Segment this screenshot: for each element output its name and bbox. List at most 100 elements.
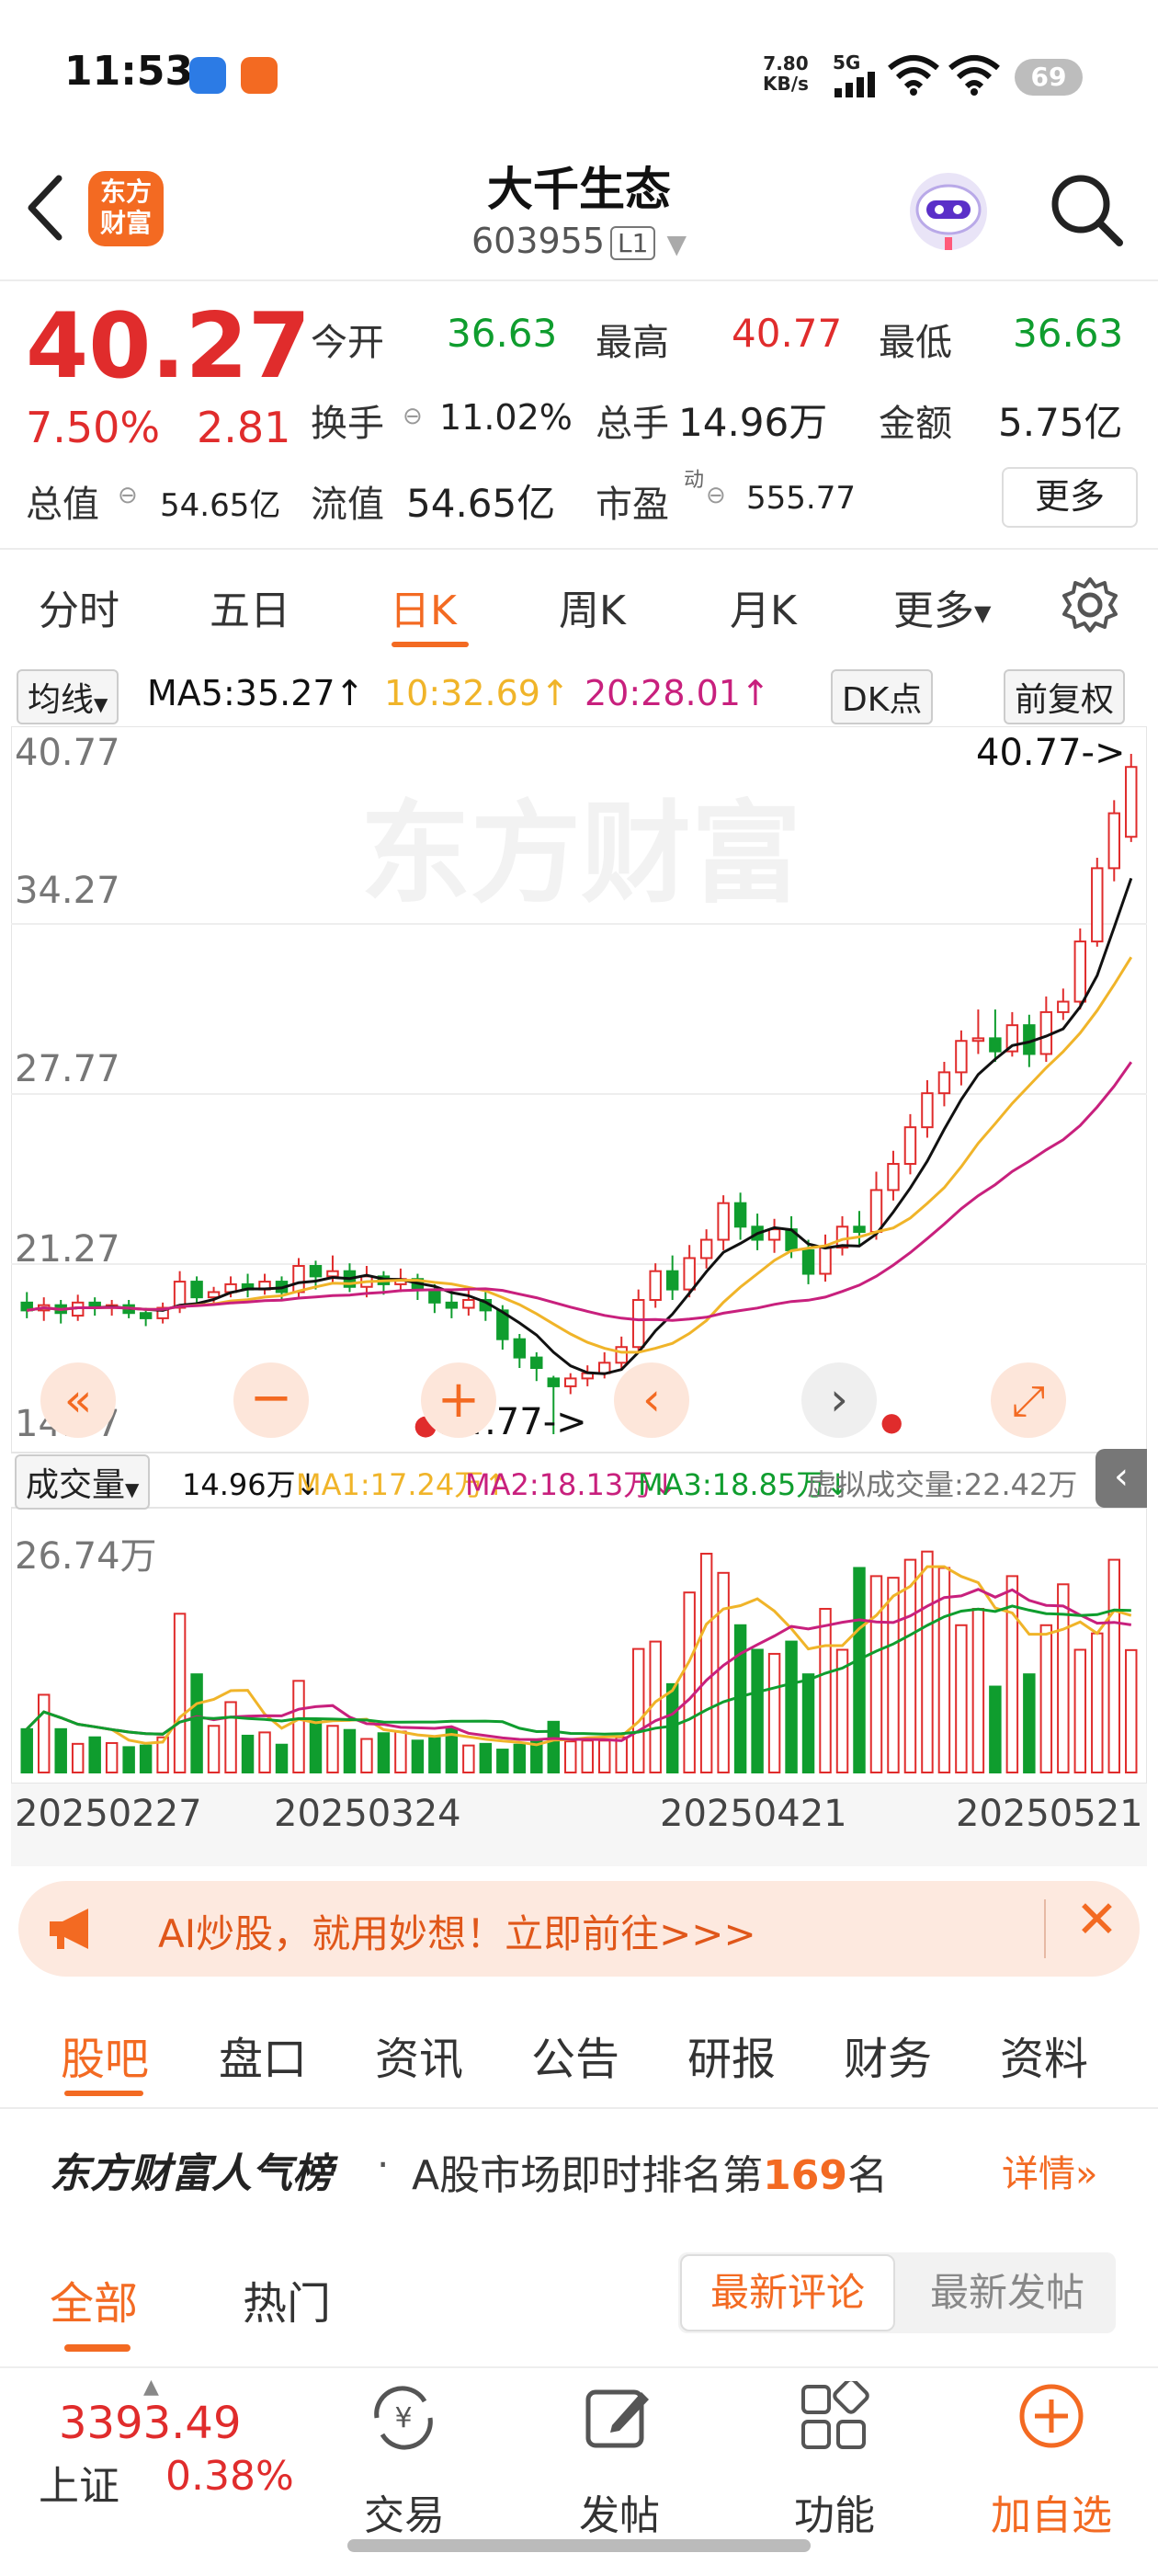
ranking-detail-link[interactable]: 详情» [1002, 2144, 1097, 2197]
candle-body [921, 1092, 934, 1129]
sort-latest-comments[interactable]: 最新评论 [680, 2254, 895, 2331]
search-icon[interactable] [1048, 171, 1125, 248]
volume-bar [207, 1725, 221, 1773]
robot-assistant-icon[interactable] [903, 164, 994, 256]
zoom-out-icon[interactable]: − [233, 1362, 309, 1438]
nav-functions[interactable]: 功能 [761, 2482, 908, 2541]
candle-body [649, 1270, 662, 1301]
candle-body [139, 1312, 153, 1319]
forward-adjust-button[interactable]: 前复权 [1004, 669, 1126, 724]
level-tag: L1 [610, 226, 656, 260]
wifi-icon [888, 55, 939, 96]
candle-body [717, 1202, 730, 1241]
volume-bar [105, 1741, 119, 1774]
candle-body [853, 1225, 866, 1233]
ma-indicator-bar: 均线▼ MA5:35.27↑ 10:32.69↑ 20:28.01↑ DK点 前… [11, 666, 1147, 724]
candle-body [733, 1202, 747, 1228]
tab-order-book[interactable]: 盘口 [219, 2023, 307, 2087]
tab-daily-k[interactable]: 日K [390, 577, 457, 636]
volume-bar [173, 1613, 187, 1773]
close-icon[interactable]: ✕ [1075, 1890, 1118, 1950]
volume-bar [955, 1624, 968, 1774]
tab-weekly-k[interactable]: 周K [559, 577, 626, 636]
low-value: 36.63 [1013, 311, 1124, 356]
candle-body [869, 1189, 883, 1233]
ad-banner[interactable]: AI炒股，就用妙想！立即前往>>> ✕ [18, 1881, 1140, 1977]
candle-body [699, 1238, 713, 1260]
sort-latest-posts[interactable]: 最新发帖 [901, 2254, 1114, 2331]
feed-tab-hot[interactable]: 热门 [243, 2267, 331, 2331]
volume-bar [343, 1728, 357, 1774]
market-cap-value: 54.65亿 [160, 487, 281, 524]
candle-body [1039, 1010, 1053, 1055]
info-icon[interactable]: ⊖ [706, 482, 726, 509]
price-tick: 34.27 [15, 870, 120, 912]
nav-post[interactable]: 发帖 [546, 2482, 693, 2541]
index-value[interactable]: 3393.49 [59, 2398, 242, 2449]
active-tab-indicator [64, 2091, 143, 2096]
volume-indicator-bar: 成交量▼ 14.96万↓ MA1:17.24万↑ MA2:18.13万↓ MA3… [11, 1453, 1147, 1510]
fullscreen-icon[interactable]: ⤢ [991, 1362, 1066, 1438]
candle-body [462, 1298, 475, 1309]
volume-bar [819, 1607, 832, 1773]
stock-code: 603955 [471, 221, 605, 261]
more-button[interactable]: 更多 [1002, 467, 1138, 528]
candle-body [309, 1264, 323, 1278]
grid-icon[interactable] [798, 2381, 871, 2455]
tab-financials[interactable]: 财务 [844, 2023, 932, 2087]
ma-selector[interactable]: 均线▼ [17, 669, 119, 724]
date-tick: 20250227 [15, 1793, 202, 1835]
date-tick: 20250521 [956, 1793, 1143, 1835]
nav-add-watchlist[interactable]: 加自选 [978, 2482, 1125, 2541]
volume-bar [989, 1685, 1002, 1774]
candle-body [1125, 766, 1138, 838]
volume-bar [377, 1732, 391, 1773]
tab-guba[interactable]: 股吧 [61, 2023, 149, 2087]
next-icon[interactable]: › [801, 1362, 877, 1438]
tab-research[interactable]: 研报 [687, 2023, 776, 2087]
volume-bar [496, 1749, 509, 1773]
volume-bar [139, 1744, 153, 1774]
status-bar: 11:53 7.80 KB/s 5G 69 [0, 0, 1158, 147]
edit-icon[interactable] [581, 2381, 654, 2455]
virtual-volume: 虚拟成交量:22.42万 [807, 1467, 1078, 1502]
tab-five-day[interactable]: 五日 [210, 577, 290, 636]
nav-trade[interactable]: 交易 [331, 2482, 478, 2541]
feed-tab-all[interactable]: 全部 [50, 2267, 138, 2331]
volume-bar [971, 1607, 985, 1773]
volume-bar [394, 1730, 407, 1774]
candle-body [445, 1301, 459, 1309]
tab-profile[interactable]: 资料 [1000, 2023, 1088, 2087]
kline-chart[interactable]: 东方财富 [11, 726, 1147, 1866]
tab-announcements[interactable]: 公告 [531, 2023, 619, 2087]
settings-gear-icon[interactable] [1061, 576, 1119, 634]
volume-bar [921, 1550, 934, 1773]
volume-bar [631, 1647, 645, 1774]
volume-bar [428, 1737, 441, 1773]
scroll-left-icon[interactable]: « [40, 1362, 116, 1438]
volume-selector[interactable]: 成交量▼ [15, 1454, 151, 1510]
yuan-exchange-icon[interactable]: ¥ [364, 2381, 443, 2455]
tab-news[interactable]: 资讯 [375, 2023, 463, 2087]
zoom-in-icon[interactable]: + [421, 1362, 496, 1438]
tab-more[interactable]: 更多▼ [893, 577, 991, 636]
tab-monthly-k[interactable]: 月K [730, 577, 797, 636]
candle-body [292, 1264, 305, 1294]
dropdown-icon[interactable]: ▼ [667, 229, 687, 259]
home-indicator [347, 2539, 811, 2552]
tab-intraday[interactable]: 分时 [39, 577, 119, 636]
collapse-panel-icon[interactable]: ‹ [1096, 1449, 1147, 1508]
volume-bar [71, 1742, 85, 1773]
prev-icon[interactable]: ‹ [614, 1362, 689, 1438]
candle-body [903, 1126, 917, 1165]
volume-bar [1039, 1624, 1053, 1774]
info-icon[interactable]: ⊖ [118, 482, 138, 509]
volume-bar [20, 1727, 33, 1774]
max-price-annotation: 40.77-> [976, 732, 1126, 774]
volume-bar [479, 1742, 493, 1773]
dk-point-button[interactable]: DK点 [831, 669, 934, 724]
plus-circle-icon[interactable] [1015, 2379, 1088, 2453]
date-tick: 20250324 [274, 1793, 461, 1835]
candle-body [819, 1247, 832, 1275]
info-icon[interactable]: ⊖ [403, 403, 423, 430]
